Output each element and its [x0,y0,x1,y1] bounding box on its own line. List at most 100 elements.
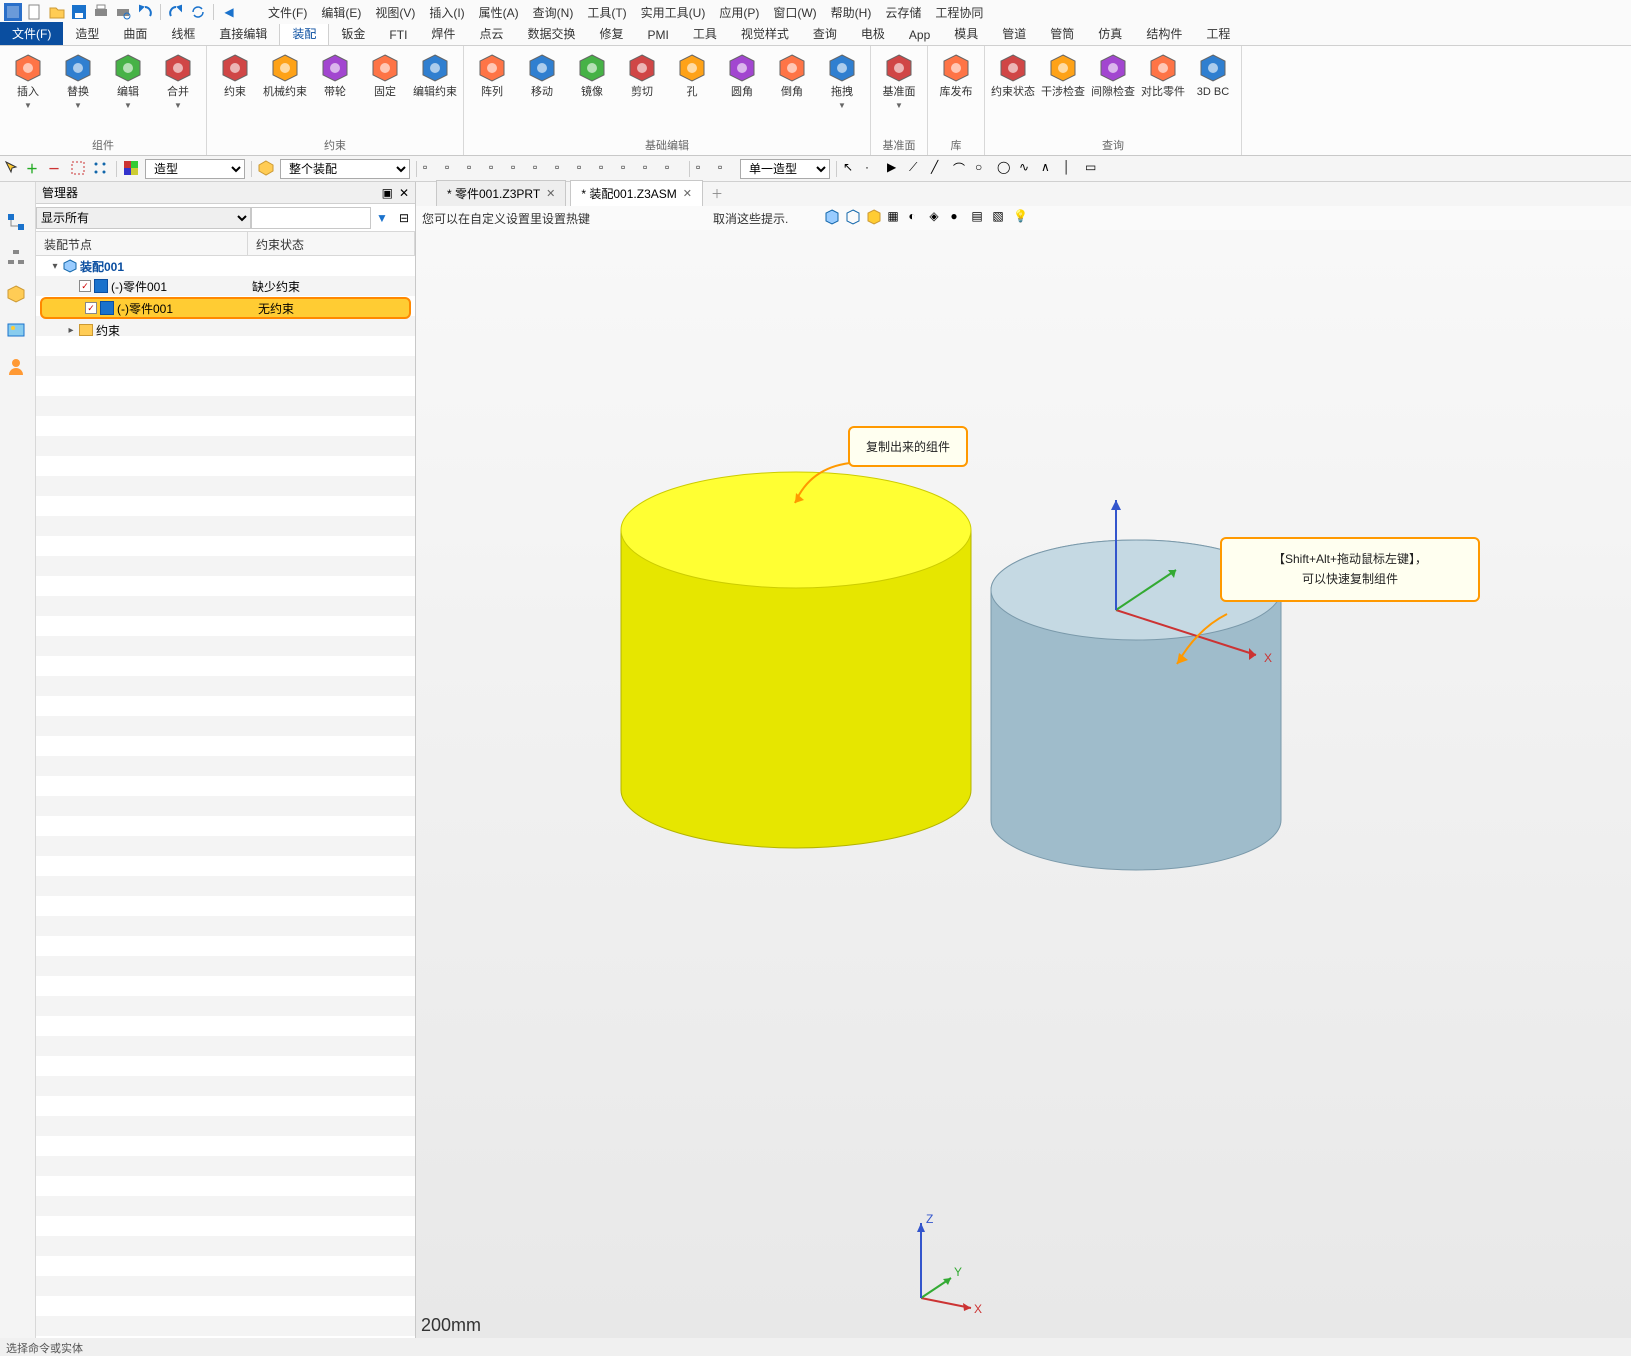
ribbon-cmd-编辑约束[interactable]: 编辑约束 [413,50,457,135]
add-tab-icon[interactable]: ＋ [707,181,727,206]
tb-ico-7[interactable]: ▫ [555,160,573,178]
sidebar-tree-icon[interactable] [6,212,30,236]
tab-struct[interactable]: 结构件 [1134,22,1194,45]
ribbon-cmd-带轮[interactable]: 带轮 [313,50,357,135]
doc-tab-part[interactable]: * 零件001.Z3PRT✕ [436,180,566,206]
sketch-arc-icon[interactable]: ⌒ [953,160,971,178]
tb-ico-1[interactable]: ▫ [423,160,441,178]
ribbon-cmd-插入[interactable]: 插入▼ [6,50,50,135]
menu-help[interactable]: 帮助(H) [831,4,872,21]
view-color-icon[interactable]: ▧ [992,209,1010,227]
ribbon-cmd-孔[interactable]: 孔 [670,50,714,135]
filter-select-2[interactable]: 整个装配 [280,159,410,179]
ribbon-cmd-合并[interactable]: 合并▼ [156,50,200,135]
tab-surface[interactable]: 曲面 [111,22,159,45]
tree-row-selected[interactable]: ✓(-)零件001 无约束 [40,297,411,319]
ribbon-cmd-约束[interactable]: 约束 [213,50,257,135]
ribbon-cmd-间隙检查[interactable]: 间隙检查 [1091,50,1135,135]
sketch-line-icon[interactable]: ╱ [931,160,949,178]
minus-icon[interactable]: － [48,160,66,178]
tab-repair[interactable]: 修复 [587,22,635,45]
view-cube-icon[interactable] [824,209,842,227]
sketch-rect-icon[interactable]: ▭ [1085,160,1103,178]
menu-cloud[interactable]: 云存储 [885,4,921,21]
ribbon-cmd-干涉检查[interactable]: 干涉检查 [1041,50,1085,135]
menu-insert[interactable]: 插入(I) [429,4,464,21]
tab-pipe[interactable]: 管道 [990,22,1038,45]
filter-select-1[interactable]: 造型 [145,159,245,179]
sketch-zigzag-icon[interactable]: ∧ [1041,160,1059,178]
tab-pointcloud[interactable]: 点云 [467,22,515,45]
view-shade-icon[interactable]: ◐ [908,209,926,227]
sidebar-box-icon[interactable] [6,284,30,308]
search-input[interactable] [251,207,371,229]
menu-util[interactable]: 实用工具(U) [641,4,706,21]
tab-assembly[interactable]: 装配 [279,21,329,45]
tb-ico-4[interactable]: ▫ [489,160,507,178]
sketch-ellipse-icon[interactable]: ◯ [997,160,1015,178]
tab-eng[interactable]: 工程 [1194,22,1242,45]
cursor-icon[interactable] [4,160,22,178]
tab-tools[interactable]: 工具 [681,22,729,45]
tb-ico-6[interactable]: ▫ [533,160,551,178]
ribbon-cmd-编辑[interactable]: 编辑▼ [106,50,150,135]
ribbon-cmd-约束状态[interactable]: 约束状态 [991,50,1035,135]
sketch-wave-icon[interactable]: ∿ [1019,160,1037,178]
tree-collapse-icon[interactable]: ⊟ [393,211,415,225]
ribbon-cmd-库发布[interactable]: 库发布 [934,50,978,135]
tb-ico-13[interactable]: ▫ [696,160,714,178]
tab-wireframe[interactable]: 线框 [159,22,207,45]
tb-ico-3[interactable]: ▫ [467,160,485,178]
menu-window[interactable]: 窗口(W) [773,4,816,21]
tab-directedit[interactable]: 直接编辑 [207,22,279,45]
ribbon-cmd-对比零件[interactable]: 对比零件 [1141,50,1185,135]
tb-ico-14[interactable]: ▫ [718,160,736,178]
sidebar-user-icon[interactable] [6,356,30,380]
tb-ico-8[interactable]: ▫ [577,160,595,178]
new-icon[interactable] [26,3,44,21]
plus-icon[interactable]: ＋ [26,160,44,178]
ribbon-cmd-拖拽[interactable]: 拖拽▼ [820,50,864,135]
sidebar-image-icon[interactable] [6,320,30,344]
ribbon-cmd-镜像[interactable]: 镜像 [570,50,614,135]
color-icon[interactable] [123,160,141,178]
menu-file[interactable]: 文件(F) [268,4,307,21]
tab-file[interactable]: 文件(F) [0,22,63,45]
3d-canvas[interactable]: X 200mm X Y Z [416,230,1631,1338]
package-icon[interactable] [258,160,276,178]
view-section-icon[interactable]: ▤ [971,209,989,227]
print-preview-icon[interactable] [114,3,132,21]
sketch-vline-icon[interactable]: │ [1063,160,1081,178]
tab-sheetmetal[interactable]: 钣金 [329,22,377,45]
menu-query[interactable]: 查询(N) [533,4,574,21]
app-icon[interactable] [4,3,22,21]
print-icon[interactable] [92,3,110,21]
tb-ico-5[interactable]: ▫ [511,160,529,178]
tab-fti[interactable]: FTI [377,25,419,45]
tab-sim[interactable]: 仿真 [1086,22,1134,45]
save-icon[interactable] [70,3,88,21]
menu-collab[interactable]: 工程协同 [935,4,983,21]
sketch-circle-icon[interactable]: ○ [975,160,993,178]
selbox-icon[interactable] [70,160,88,178]
manager-dock-icon[interactable]: ▣ [382,186,393,200]
ribbon-cmd-圆角[interactable]: 圆角 [720,50,764,135]
ribbon-cmd-移动[interactable]: 移动 [520,50,564,135]
ribbon-cmd-3D BC[interactable]: 3D BC [1191,50,1235,135]
menu-app[interactable]: 应用(P) [719,4,759,21]
sketch-point-icon[interactable]: · [865,160,883,178]
menu-view[interactable]: 视图(V) [375,4,415,21]
tab-dataexch[interactable]: 数据交换 [515,22,587,45]
view-sphere-icon[interactable]: ● [950,209,968,227]
open-icon[interactable] [48,3,66,21]
undo-icon[interactable] [136,3,154,21]
tree-folder[interactable]: ▸约束 [36,320,415,340]
refresh-icon[interactable] [189,3,207,21]
tab-tube[interactable]: 管筒 [1038,22,1086,45]
points-icon[interactable] [92,160,110,178]
ribbon-cmd-倒角[interactable]: 倒角 [770,50,814,135]
sketch-play-icon[interactable]: ▶ [887,160,905,178]
tb-ico-2[interactable]: ▫ [445,160,463,178]
tab-pmi[interactable]: PMI [635,25,680,45]
sidebar-hierarchy-icon[interactable] [6,248,30,272]
